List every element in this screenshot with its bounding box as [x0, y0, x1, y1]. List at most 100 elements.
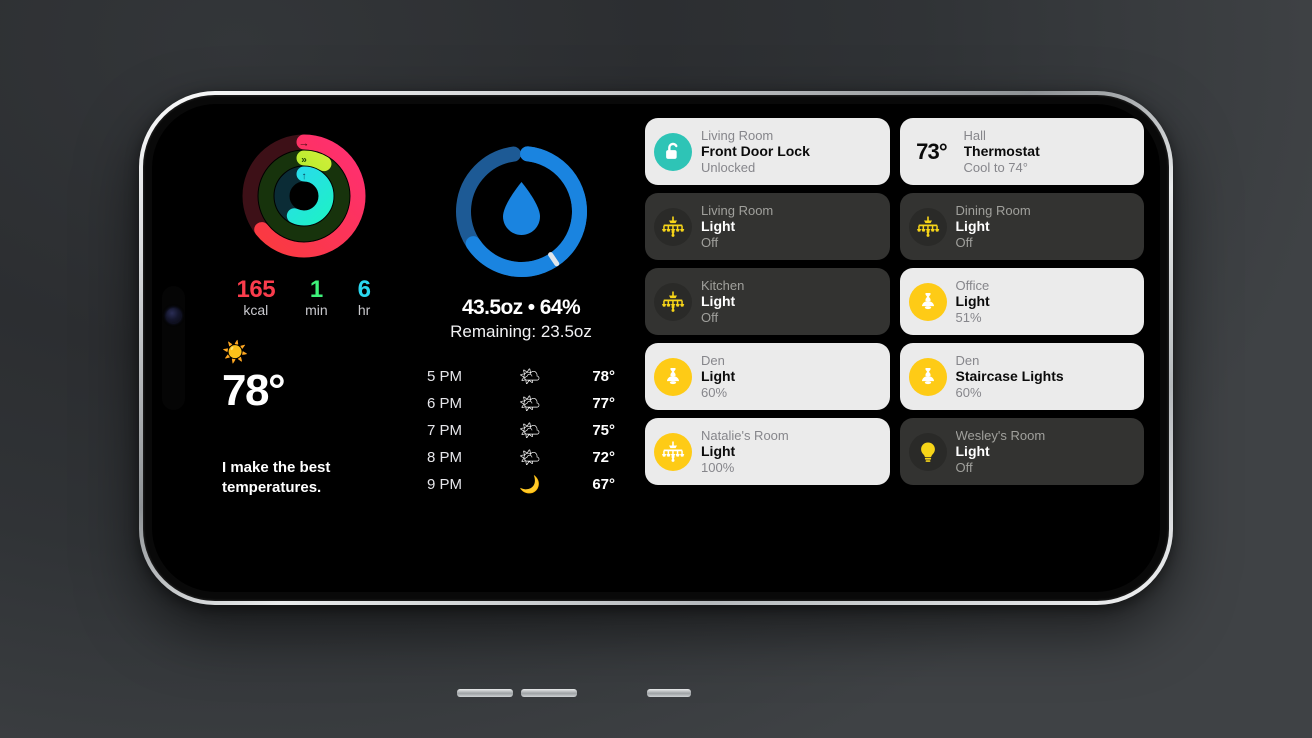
home-tile-thermostat[interactable]: 73° Hall Thermostat Cool to 74°: [899, 118, 1144, 185]
stat-exercise-value: 1: [309, 276, 323, 303]
chandelier-icon[interactable]: [654, 207, 692, 246]
home-tile-light[interactable]: Office Light 51%: [899, 268, 1144, 335]
home-tile-status: 51%: [955, 309, 982, 325]
home-tile-room: Living Room: [701, 127, 774, 143]
hourly-forecast-list[interactable]: 5 PM 🌤 78° 6 PM 🌤 77° 7 PM 🌤 75° 8 PM 🌤 …: [421, 368, 621, 493]
hydration-amount: 43.5oz • 64%: [461, 296, 581, 319]
home-tile-name: Light: [701, 218, 736, 235]
home-tile-status: Unlocked: [701, 159, 756, 175]
forecast-row: 9 PM 🌙 67°: [421, 476, 621, 493]
home-column: Living Room Front Door Lock Unlocked 73° Hal…: [631, 118, 1144, 578]
home-tile-status: Off: [955, 234, 973, 250]
standby-dashboard: → » ↑ 165 kcal 1 min 6 hr ☀️ 78° I make …: [152, 104, 1160, 592]
home-tile-name: Thermostat: [963, 143, 1040, 160]
pendant-lamp-icon[interactable]: [908, 357, 947, 396]
home-tile-light[interactable]: Kitchen Light Off: [645, 268, 890, 335]
exercise-ring-icon: »: [301, 155, 307, 166]
hydration-remaining: Remaining: 23.5oz: [450, 322, 592, 341]
home-tile-name: Staircase Lights: [955, 368, 1064, 385]
stat-exercise: 1 min: [305, 277, 328, 318]
hydration-ring-svg: [455, 146, 587, 277]
home-tile-text: Kitchen Light Off: [701, 278, 744, 325]
home-tile-light[interactable]: Natalie's Room Light 100%: [645, 418, 890, 485]
home-tile-name: Light: [955, 218, 990, 235]
stand-ring-icon: ↑: [301, 171, 306, 182]
home-tile-room: Den: [701, 352, 725, 368]
sun-behind-cloud-icon: 🌤: [519, 448, 541, 467]
sun-icon: ☀️: [222, 340, 249, 364]
weather-quote: I make the best temperatures.: [222, 458, 331, 497]
home-accessories-grid: Living Room Front Door Lock Unlocked 73° Hal…: [645, 118, 1144, 485]
home-tile-room: Den: [955, 352, 980, 368]
weather-hero-widget[interactable]: ☀️ 78° I make the best temperatures.: [196, 342, 411, 499]
thermostat-current-temp: 73°: [916, 138, 948, 164]
phone-screen: → » ↑ 165 kcal 1 min 6 hr ☀️ 78° I make …: [152, 104, 1160, 592]
health-column: → » ↑ 165 kcal 1 min 6 hr ☀️ 78° I make …: [196, 118, 411, 578]
home-tile-status: 60%: [701, 384, 728, 400]
chandelier-icon[interactable]: [908, 207, 947, 246]
forecast-row: 5 PM 🌤 78°: [421, 368, 621, 385]
home-tile-text: Wesley's Room Light Off: [956, 428, 1046, 475]
home-tile-light[interactable]: Den Light 60%: [645, 343, 890, 410]
current-temperature: 78°: [222, 365, 286, 415]
chandelier-icon[interactable]: [654, 432, 692, 471]
home-tile-room: Dining Room: [955, 202, 1031, 218]
crescent-moon-icon: 🌙: [519, 475, 541, 494]
activity-stats: 165 kcal 1 min 6 hr: [237, 277, 371, 318]
stat-stand-value: 6: [357, 276, 371, 303]
home-tile-light[interactable]: Dining Room Light Off: [899, 193, 1144, 260]
unlocked-padlock-icon[interactable]: [654, 132, 692, 171]
activity-rings-widget[interactable]: → » ↑: [240, 132, 368, 265]
hydration-widget[interactable]: 43.5oz • 64% Remaining: 23.5oz: [450, 140, 593, 342]
home-tile-status: Cool to 74°: [963, 159, 1028, 175]
sun-behind-cloud-icon: 🌤: [519, 367, 541, 386]
home-tile-room: Hall: [963, 127, 986, 143]
home-tile-name: Light: [701, 443, 736, 460]
forecast-time: 8 PM: [427, 449, 463, 466]
home-tile-room: Wesley's Room: [955, 427, 1046, 443]
volume-down-button[interactable]: [521, 689, 577, 697]
chandelier-icon[interactable]: [654, 282, 692, 321]
home-tile-status: 100%: [701, 459, 735, 475]
water-drop-icon: [502, 182, 540, 235]
forecast-temp: 77°: [592, 395, 615, 412]
home-tile-name: Light: [701, 368, 736, 385]
bulb-icon[interactable]: [908, 432, 947, 471]
activity-rings-svg: → » ↑: [242, 134, 365, 258]
forecast-time: 5 PM: [427, 368, 463, 385]
forecast-row: 8 PM 🌤 72°: [421, 449, 621, 466]
forecast-time: 9 PM: [427, 476, 463, 493]
home-tile-front-door-lock[interactable]: Living Room Front Door Lock Unlocked: [645, 118, 890, 185]
pendant-lamp-icon[interactable]: [908, 282, 947, 321]
stat-exercise-unit: min: [305, 302, 328, 319]
forecast-temp: 75°: [592, 422, 615, 439]
home-tile-name: Front Door Lock: [701, 143, 810, 160]
forecast-time: 6 PM: [427, 395, 463, 412]
home-tile-text: Hall Thermostat Cool to 74°: [964, 128, 1040, 175]
home-tile-light[interactable]: Wesley's Room Light Off: [899, 418, 1144, 485]
home-tile-text: Den Light 60%: [701, 353, 735, 400]
home-tile-room: Living Room: [701, 202, 774, 218]
home-tile-room: Office: [955, 277, 990, 293]
home-tile-name: Light: [955, 293, 990, 310]
home-tile-staircase-lights[interactable]: Den Staircase Lights 60%: [899, 343, 1144, 410]
sun-behind-cloud-icon: 🌤: [519, 421, 541, 440]
pendant-lamp-icon[interactable]: [654, 357, 692, 396]
forecast-row: 7 PM 🌤 75°: [421, 422, 621, 439]
home-tile-status: Off: [955, 459, 973, 475]
forecast-temp: 78°: [592, 368, 615, 385]
home-tile-room: Kitchen: [701, 277, 745, 293]
action-button[interactable]: [647, 689, 691, 697]
stat-move-unit: kcal: [243, 302, 269, 319]
home-tile-text: Living Room Front Door Lock Unlocked: [701, 128, 810, 175]
volume-up-button[interactable]: [457, 689, 513, 697]
home-tile-name: Light: [955, 443, 990, 460]
home-tile-text: Natalie's Room Light 100%: [701, 428, 789, 475]
home-tile-light[interactable]: Living Room Light Off: [645, 193, 890, 260]
stat-stand: 6 hr: [358, 277, 371, 318]
home-tile-text: Office Light 51%: [956, 278, 990, 325]
hydration-column: 43.5oz • 64% Remaining: 23.5oz 5 PM 🌤 78…: [421, 118, 621, 578]
stat-move: 165 kcal: [237, 277, 276, 318]
home-tile-room: Natalie's Room: [701, 427, 789, 443]
forecast-temp: 67°: [592, 476, 615, 493]
